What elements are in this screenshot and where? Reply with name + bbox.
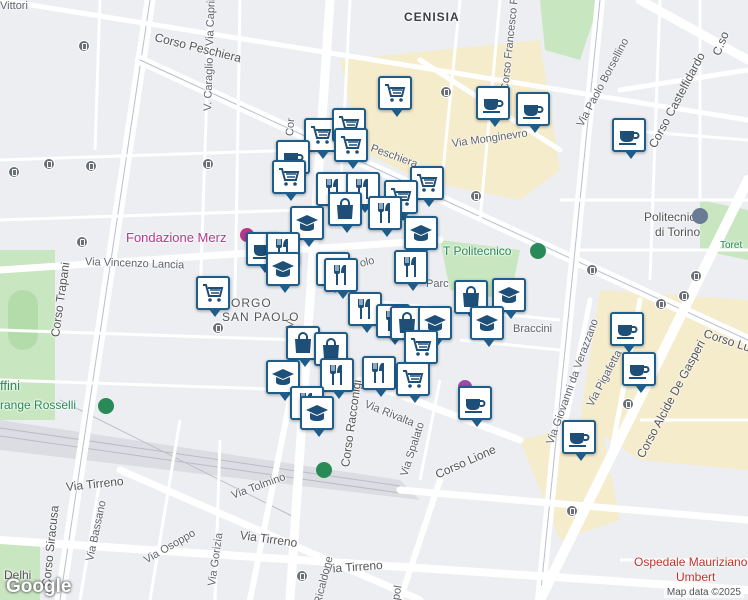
graduation-cap-icon <box>305 401 329 425</box>
graduation-cap-icon <box>271 257 295 281</box>
cafe-marker[interactable] <box>516 92 550 133</box>
restaurant-marker[interactable] <box>362 356 396 397</box>
street-label-braccini: Braccini <box>513 323 553 335</box>
cafe-marker[interactable] <box>610 312 644 353</box>
restaurant-marker[interactable] <box>368 196 402 237</box>
university-icon[interactable] <box>692 208 708 224</box>
cart-icon <box>309 123 333 147</box>
google-logo: Google <box>6 576 72 597</box>
poi-label-affini: ffini <box>0 378 20 393</box>
grocery-marker[interactable] <box>404 330 438 371</box>
cart-icon <box>409 335 433 359</box>
school-marker[interactable] <box>404 216 438 257</box>
shopping-marker[interactable] <box>328 192 362 233</box>
school-marker[interactable] <box>300 396 334 437</box>
station-icon[interactable] <box>98 398 114 414</box>
neighborhood-label-san-paolo: SAN PAOLO <box>222 310 300 324</box>
grocery-marker[interactable] <box>378 76 412 117</box>
coffee-icon <box>567 425 591 449</box>
cart-icon <box>383 81 407 105</box>
bus-stop-icon[interactable] <box>78 40 90 52</box>
coffee-icon <box>521 97 545 121</box>
street-label-cor: Cor <box>284 117 298 137</box>
school-marker[interactable] <box>266 252 300 293</box>
bus-stop-icon[interactable] <box>655 298 667 310</box>
fork-knife-icon <box>353 297 377 321</box>
cart-icon <box>277 165 301 189</box>
cafe-marker[interactable] <box>476 86 510 127</box>
street-label-vittori: Vittori <box>0 0 28 12</box>
bus-stop-icon[interactable] <box>690 270 702 282</box>
fork-knife-icon <box>373 201 397 225</box>
grocery-marker[interactable] <box>272 160 306 201</box>
cart-icon <box>401 367 425 391</box>
coffee-icon <box>615 317 639 341</box>
graduation-cap-icon <box>475 311 499 335</box>
grocery-marker[interactable] <box>196 276 230 317</box>
cafe-marker[interactable] <box>562 420 596 461</box>
poi-label-ospedale-line2[interactable]: Umbert <box>676 570 715 584</box>
cart-icon <box>339 133 363 157</box>
map-canvas[interactable]: Vittori CENISIA Corso Peschiera Corso Tr… <box>0 0 748 600</box>
fork-knife-icon <box>325 363 349 387</box>
bus-stop-icon[interactable] <box>202 158 214 170</box>
coffee-icon <box>617 123 641 147</box>
bus-stop-icon[interactable] <box>85 160 97 172</box>
school-marker[interactable] <box>470 306 504 347</box>
cart-icon <box>415 171 439 195</box>
graduation-cap-icon <box>497 283 521 307</box>
bus-stop-icon[interactable] <box>43 158 55 170</box>
poi-label-politecnico-line2[interactable]: di Torino <box>655 225 700 239</box>
bus-stop-icon[interactable] <box>212 322 224 334</box>
poi-label-toret: Toret <box>720 240 743 251</box>
street-label-pol: pol <box>390 584 405 600</box>
bus-stop-icon[interactable] <box>8 166 20 178</box>
bus-stop-icon[interactable] <box>678 290 690 302</box>
poi-label-ospedale-line1[interactable]: Ospedale Mauriziano <box>634 555 747 569</box>
bus-stop-icon[interactable] <box>622 398 634 410</box>
bus-stop-icon[interactable] <box>586 264 598 276</box>
graduation-cap-icon <box>295 211 319 235</box>
fork-knife-icon <box>329 263 353 287</box>
cafe-marker[interactable] <box>458 386 492 427</box>
fork-knife-icon <box>399 255 423 279</box>
grocery-marker[interactable] <box>334 128 368 169</box>
poi-label-fondazione-merz[interactable]: Fondazione Merz <box>126 230 226 245</box>
bag-icon <box>291 331 315 355</box>
bus-stop-icon[interactable] <box>470 190 482 202</box>
station-icon[interactable] <box>316 462 332 478</box>
bus-stop-icon[interactable] <box>566 505 578 517</box>
bus-stop-icon[interactable] <box>296 570 308 582</box>
street-label-parc: Parc <box>426 278 449 290</box>
cafe-marker[interactable] <box>622 352 656 393</box>
bag-icon <box>333 197 357 221</box>
coffee-icon <box>463 391 487 415</box>
restaurant-marker[interactable] <box>324 258 358 299</box>
map-attribution: Map data ©2025 <box>663 587 744 598</box>
bus-stop-icon[interactable] <box>76 236 88 248</box>
street-label-v-caraglio: V. Caraglio <box>202 57 216 112</box>
restaurant-marker[interactable] <box>320 358 354 399</box>
cart-icon <box>201 281 225 305</box>
neighborhood-label-cenisia: CENISIA <box>404 10 460 24</box>
bus-stop-icon[interactable] <box>440 86 452 98</box>
coffee-icon <box>627 357 651 381</box>
poi-label-politecnico-stop[interactable]: T Politecnico <box>443 244 511 258</box>
street-label-via-caprilio: Via Caprilio <box>204 0 218 47</box>
graduation-cap-icon <box>409 221 433 245</box>
fork-knife-icon <box>367 361 391 385</box>
metro-station-icon[interactable] <box>530 243 546 259</box>
coffee-icon <box>481 91 505 115</box>
cafe-marker[interactable] <box>612 118 646 159</box>
poi-label-orange-rosselli[interactable]: range Rosselli <box>0 398 76 412</box>
grocery-marker[interactable] <box>396 362 430 403</box>
restaurant-marker[interactable] <box>394 250 428 291</box>
